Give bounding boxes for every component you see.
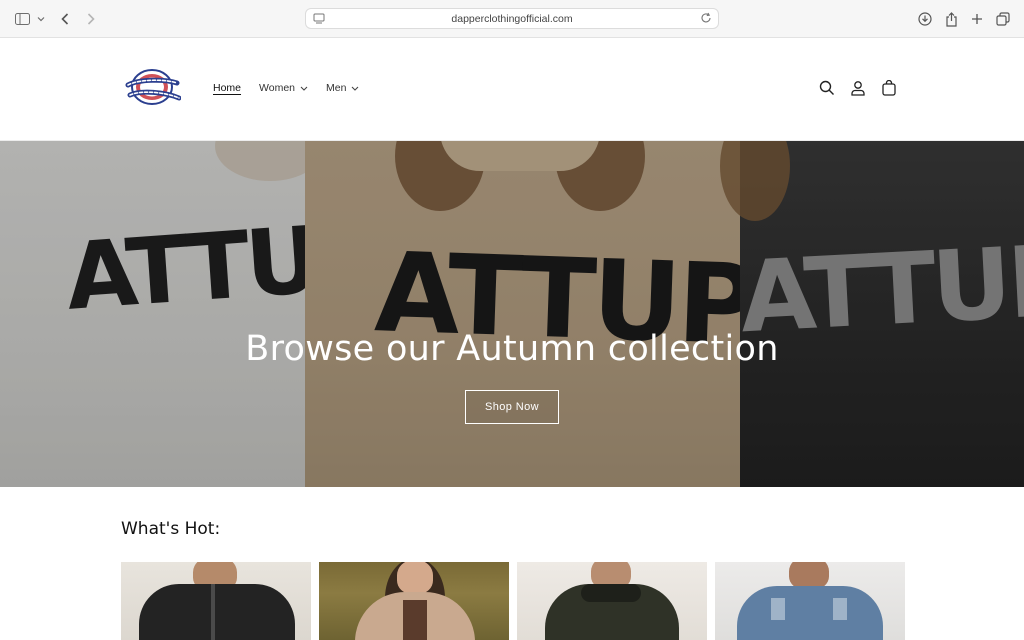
product-card[interactable]	[319, 562, 509, 640]
back-icon[interactable]	[58, 9, 72, 29]
section-title: What's Hot:	[121, 519, 221, 539]
store-logo[interactable]	[125, 68, 182, 108]
main-nav: Home Women Men	[213, 82, 377, 94]
product-card[interactable]	[121, 562, 311, 640]
reload-icon[interactable]	[700, 12, 712, 27]
search-icon[interactable]	[818, 79, 836, 97]
cart-icon[interactable]	[880, 79, 898, 97]
sidebar-toggle-icon[interactable]	[14, 9, 30, 29]
share-icon[interactable]	[943, 9, 959, 29]
address-bar[interactable]: dapperclothingofficial.com	[305, 8, 719, 29]
shop-now-button[interactable]: Shop Now	[465, 390, 559, 424]
product-card[interactable]	[517, 562, 707, 640]
hero-banner: ATTUPE ATTUPE ATTUPE Browse our Autumn c…	[0, 141, 1024, 487]
download-icon[interactable]	[917, 9, 933, 29]
product-card[interactable]	[715, 562, 905, 640]
url-text: dapperclothingofficial.com	[451, 12, 573, 25]
site-settings-icon[interactable]	[313, 13, 325, 27]
store-header: Home Women Men	[0, 38, 1024, 141]
product-grid	[121, 562, 905, 640]
nav-men[interactable]: Men	[326, 82, 359, 94]
new-tab-icon[interactable]	[969, 9, 985, 29]
chevron-down-icon[interactable]	[36, 9, 46, 29]
chevron-down-icon	[300, 86, 308, 91]
header-actions	[818, 79, 898, 97]
chevron-down-icon	[352, 86, 359, 91]
account-icon[interactable]	[849, 79, 867, 97]
forward-icon[interactable]	[84, 9, 98, 29]
browser-toolbar: dapperclothingofficial.com	[0, 0, 1024, 38]
nav-women-label: Women	[259, 82, 296, 94]
nav-home[interactable]: Home	[213, 82, 241, 94]
hero-title: Browse our Autumn collection	[245, 329, 779, 369]
nav-home-label: Home	[213, 82, 242, 94]
hero-overlay	[0, 141, 1024, 487]
nav-men-label: Men	[326, 82, 347, 94]
tab-overview-icon[interactable]	[995, 9, 1011, 29]
nav-women[interactable]: Women	[259, 82, 308, 94]
